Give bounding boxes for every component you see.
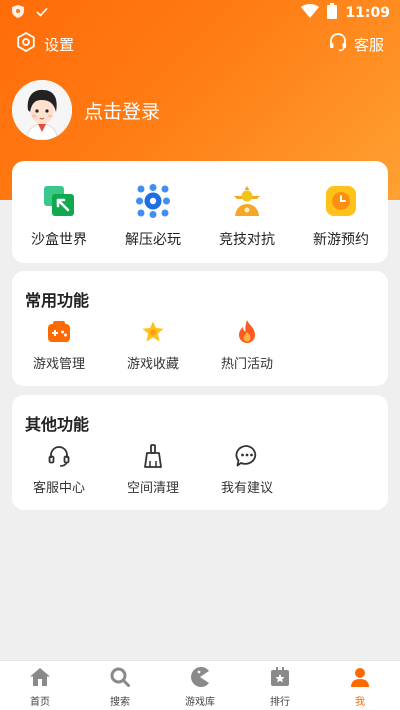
check-icon xyxy=(36,6,48,21)
category-label: 新游预约 xyxy=(313,232,369,248)
gear-icon xyxy=(16,31,36,56)
shield-icon xyxy=(12,5,24,22)
chat-bubble-icon xyxy=(234,443,260,469)
game-management-button[interactable]: 游戏管理 xyxy=(12,319,106,372)
function-label: 我有建议 xyxy=(220,481,273,496)
tab-label: 首页 xyxy=(30,697,50,708)
category-sandbox[interactable]: 沙盒世界 xyxy=(19,183,99,249)
wifi-icon xyxy=(301,4,320,22)
competition-icon xyxy=(229,183,265,219)
category-label: 解压必玩 xyxy=(125,232,181,248)
user-icon xyxy=(350,667,370,691)
fire-icon xyxy=(234,319,260,345)
headset-icon xyxy=(328,32,348,56)
home-icon xyxy=(29,667,51,691)
bottom-tab-bar: 首页 搜索 游戏库 排行 我 xyxy=(0,660,400,710)
category-label: 沙盒世界 xyxy=(31,232,87,248)
tab-me[interactable]: 我 xyxy=(320,661,400,710)
feedback-suggestion-button[interactable]: 我有建议 xyxy=(200,443,294,496)
category-competition[interactable]: 竞技对抗 xyxy=(207,183,287,249)
tab-label: 我 xyxy=(355,697,365,708)
search-icon xyxy=(110,667,130,691)
tab-game-library[interactable]: 游戏库 xyxy=(160,661,240,710)
gamepad-icon xyxy=(46,319,72,345)
category-relax[interactable]: 解压必玩 xyxy=(113,183,193,249)
login-link[interactable]: 点击登录 xyxy=(84,97,160,124)
category-label: 竞技对抗 xyxy=(219,232,275,248)
customer-service-center-button[interactable]: 客服中心 xyxy=(12,443,106,496)
headset-icon xyxy=(46,443,72,469)
category-new-game-reserve[interactable]: 新游预约 xyxy=(301,183,381,249)
game-library-icon xyxy=(189,667,211,691)
star-icon xyxy=(140,319,166,345)
customer-service-button[interactable]: 客服 xyxy=(328,32,384,56)
service-label: 客服 xyxy=(353,35,384,54)
reserve-clock-icon xyxy=(323,183,359,219)
relax-icon xyxy=(135,183,171,219)
settings-label: 设置 xyxy=(44,35,75,54)
settings-button[interactable]: 设置 xyxy=(16,31,75,56)
game-favorites-button[interactable]: 游戏收藏 xyxy=(106,319,200,372)
battery-icon xyxy=(327,3,338,23)
section-title: 常用功能 xyxy=(25,291,90,310)
status-time: 11:09 xyxy=(345,5,390,21)
tab-label: 排行 xyxy=(270,697,290,708)
function-label: 游戏管理 xyxy=(32,357,85,372)
sandbox-icon xyxy=(41,183,77,219)
function-label: 游戏收藏 xyxy=(126,357,179,372)
hot-events-button[interactable]: 热门活动 xyxy=(200,319,294,372)
quick-categories-card: 沙盒世界 解压必玩 竞技对抗 新游预约 xyxy=(12,161,388,263)
tab-label: 搜索 xyxy=(110,697,130,708)
login-area[interactable]: 点击登录 xyxy=(12,80,160,140)
broom-icon xyxy=(140,443,166,469)
tab-home[interactable]: 首页 xyxy=(0,661,80,710)
avatar[interactable] xyxy=(12,80,72,140)
tab-ranking[interactable]: 排行 xyxy=(240,661,320,710)
space-cleanup-button[interactable]: 空间清理 xyxy=(106,443,200,496)
ranking-icon xyxy=(270,667,290,691)
other-functions-card: 其他功能 客服中心 空间清理 我有建议 xyxy=(12,395,388,510)
tab-label: 游戏库 xyxy=(185,697,215,708)
function-label: 空间清理 xyxy=(126,481,179,496)
common-functions-card: 常用功能 游戏管理 游戏收藏 热门活动 xyxy=(12,271,388,386)
section-title: 其他功能 xyxy=(25,415,90,434)
function-label: 热门活动 xyxy=(220,357,273,372)
status-bar: 11:09 xyxy=(0,0,400,26)
tab-search[interactable]: 搜索 xyxy=(80,661,160,710)
function-label: 客服中心 xyxy=(32,481,85,496)
